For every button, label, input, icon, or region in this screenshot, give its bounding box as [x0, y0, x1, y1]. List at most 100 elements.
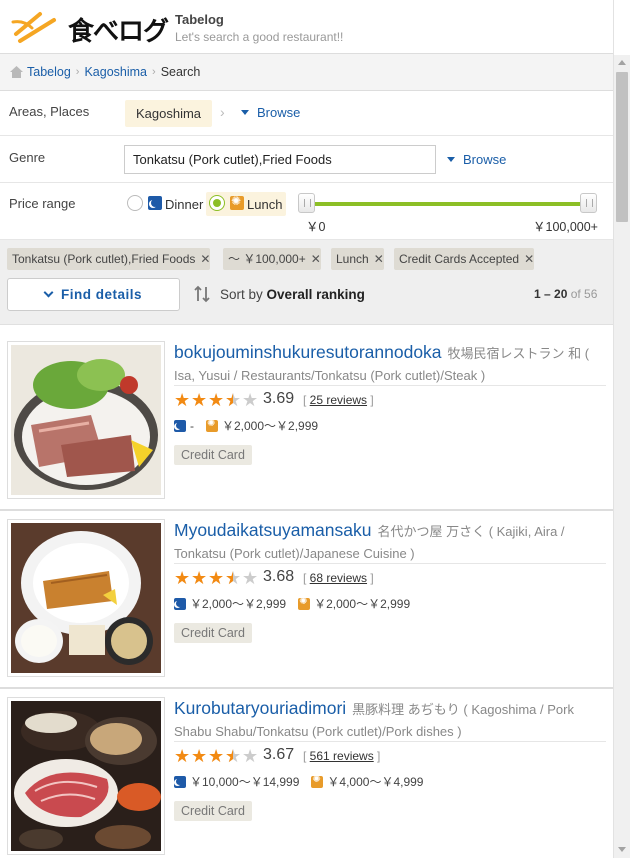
result-name-link[interactable]: Myoudaikatsuyamansaku	[174, 520, 371, 540]
result-thumbnail[interactable]	[7, 519, 165, 677]
star-icon: ★	[174, 390, 191, 410]
price-info: ￥10,000～￥14,999 ￥4,000～￥4,999	[174, 773, 435, 790]
filter-tag-lunch[interactable]: Lunch ✕	[331, 248, 384, 270]
breadcrumb-link-tabelog[interactable]: Tabelog	[27, 65, 71, 79]
logo-text[interactable]: 食べログ	[68, 11, 169, 48]
star-icon: ★	[208, 746, 225, 766]
scrollbar-top-cap	[614, 0, 630, 55]
sun-icon	[206, 418, 218, 432]
star-rating: ★ ★ ★ ★ ★	[174, 747, 259, 765]
site-tagline: Let's search a good restaurant!!	[175, 30, 344, 44]
breadcrumb-current: Search	[160, 65, 201, 79]
price-slider-track[interactable]	[305, 202, 590, 206]
sun-icon	[230, 194, 244, 210]
home-icon	[10, 66, 23, 78]
star-rating: ★ ★ ★ ★ ★	[174, 391, 259, 409]
result-thumbnail[interactable]	[7, 697, 165, 855]
sort-control[interactable]: Sort by Overall ranking	[220, 287, 365, 302]
rating-score: 3.68	[263, 568, 295, 585]
lunch-price: ￥2,000～￥2,999	[222, 419, 319, 433]
price-slider-min-handle[interactable]	[298, 193, 315, 213]
star-icon: ★	[174, 746, 191, 766]
lunch-label[interactable]: Lunch	[247, 197, 282, 212]
reviews-count: [ 68 reviews ]	[303, 571, 374, 585]
lunch-radio[interactable]	[209, 195, 225, 211]
reviews-link[interactable]: 561 reviews	[310, 749, 374, 763]
food-photo-icon	[11, 701, 161, 851]
credit-card-badge: Credit Card	[174, 445, 252, 465]
star-icon: ★	[191, 390, 208, 410]
food-photo-icon	[11, 523, 161, 673]
star-empty-icon: ★	[242, 568, 259, 588]
scroll-up-arrow-icon[interactable]	[618, 60, 626, 65]
sort-value: Overall ranking	[266, 287, 365, 302]
credit-card-badge: Credit Card	[174, 623, 252, 643]
star-icon: ★	[208, 568, 225, 588]
site-name: Tabelog	[175, 12, 224, 27]
result-name-link[interactable]: Kurobutaryouriadimori	[174, 698, 346, 718]
filter-tag-label: Credit Cards Accepted	[399, 252, 520, 266]
close-icon[interactable]: ✕	[200, 248, 210, 270]
reviews-count: [ 561 reviews ]	[303, 749, 381, 763]
result-title-block: Kurobutaryouriadimori 黒豚料理 あぢもり ( Kagoshi…	[174, 697, 606, 743]
price-label: Price range	[9, 196, 76, 211]
close-icon[interactable]: ✕	[524, 248, 534, 270]
area-label: Areas, Places	[9, 104, 90, 119]
reviews-link[interactable]: 68 reviews	[310, 571, 367, 585]
chevron-down-icon	[43, 287, 54, 298]
dinner-price: ￥10,000～￥14,999	[190, 775, 300, 789]
area-value-chip[interactable]: Kagoshima	[125, 100, 213, 127]
result-title-block: bokujouminshukuresutorannodoka 牧場民宿レストラン …	[174, 341, 606, 387]
price-info: ￥2,000～￥2,999 ￥2,000～￥2,999	[174, 595, 422, 612]
scroll-down-arrow-icon[interactable]	[618, 847, 626, 852]
filter-tag-label: ～ ￥100,000+	[228, 252, 306, 266]
area-browse-link[interactable]: Browse	[241, 105, 300, 120]
breadcrumb-link-kagoshima[interactable]: Kagoshima	[84, 65, 147, 79]
result-item: Kurobutaryouriadimori 黒豚料理 あぢもり ( Kagoshi…	[0, 689, 613, 858]
sort-icon[interactable]	[194, 285, 210, 303]
scrollbar-thumb[interactable]	[616, 72, 628, 222]
star-half-icon: ★	[225, 747, 242, 765]
dinner-radio[interactable]	[127, 195, 143, 211]
credit-card-badge: Credit Card	[174, 801, 252, 821]
find-details-button[interactable]: Find details	[7, 278, 180, 311]
genre-browse-link[interactable]: Browse	[447, 152, 506, 167]
vertical-scrollbar[interactable]	[613, 0, 630, 858]
star-empty-icon: ★	[242, 390, 259, 410]
close-icon[interactable]: ✕	[311, 248, 321, 270]
genre-browse-label: Browse	[463, 152, 507, 167]
reviews-link[interactable]: 25 reviews	[310, 393, 367, 407]
result-title-block: Myoudaikatsuyamansaku 名代かつ屋 万さく ( Kajiki,…	[174, 519, 606, 565]
star-rating: ★ ★ ★ ★ ★	[174, 569, 259, 587]
result-item: bokujouminshukuresutorannodoka 牧場民宿レストラン …	[0, 333, 613, 511]
moon-icon	[174, 419, 186, 432]
breadcrumb: Tabelog › Kagoshima › Search	[0, 54, 613, 91]
star-empty-icon: ★	[242, 746, 259, 766]
price-max-label: ￥100,000+	[533, 220, 598, 234]
filter-tag-credit-cards[interactable]: Credit Cards Accepted ✕	[394, 248, 535, 270]
result-thumbnail[interactable]	[7, 341, 165, 499]
lunch-price: ￥4,000～￥4,999	[327, 775, 424, 789]
moon-icon	[148, 196, 162, 210]
result-count-total: of 56	[570, 287, 598, 301]
result-count: 1 – 20 of 56	[534, 287, 597, 301]
genre-input[interactable]: Tonkatsu (Pork cutlet),Fried Foods	[124, 145, 436, 174]
genre-filter-row: Genre Tonkatsu (Pork cutlet),Fried Foods…	[0, 136, 613, 183]
triangle-down-icon	[241, 110, 249, 116]
dinner-label[interactable]: Dinner	[165, 197, 203, 212]
star-half-icon: ★	[225, 569, 242, 587]
result-item: Myoudaikatsuyamansaku 名代かつ屋 万さく ( Kajiki,…	[0, 511, 613, 689]
star-icon: ★	[174, 568, 191, 588]
filter-tag-price[interactable]: ～ ￥100,000+ ✕	[223, 248, 321, 270]
rating-score: 3.67	[263, 746, 295, 763]
price-filter-row: Price range Dinner Lunch ￥0 ￥100,000+	[0, 183, 613, 240]
reviews-count: [ 25 reviews ]	[303, 393, 374, 407]
chevron-right-icon: ›	[75, 66, 80, 78]
chopsticks-logo-icon[interactable]	[10, 8, 62, 44]
sort-prefix: Sort by	[220, 287, 263, 302]
price-slider-max-handle[interactable]	[580, 193, 597, 213]
filter-tag-genre[interactable]: Tonkatsu (Pork cutlet),Fried Foods ✕	[7, 248, 211, 270]
close-icon[interactable]: ✕	[374, 248, 384, 270]
active-filters-area: Tonkatsu (Pork cutlet),Fried Foods ✕ ～ ￥1…	[0, 240, 613, 325]
result-name-link[interactable]: bokujouminshukuresutorannodoka	[174, 342, 442, 362]
